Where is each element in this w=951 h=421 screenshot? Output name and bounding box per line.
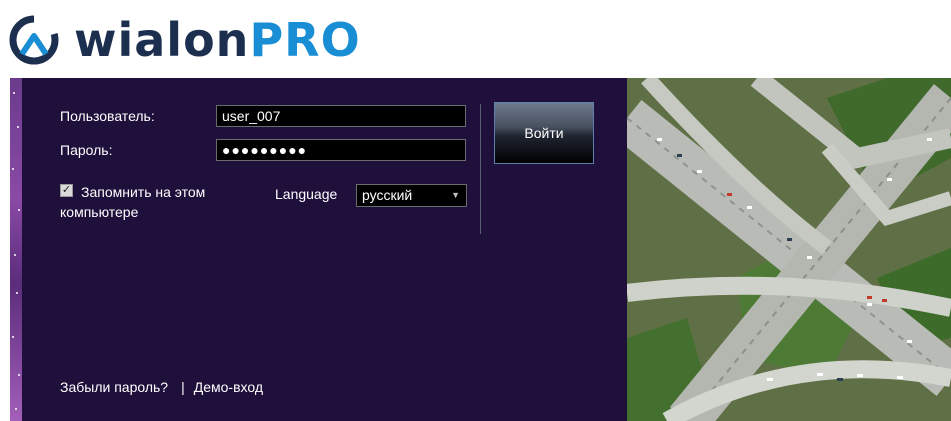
brand-logo: wialon PRO (8, 12, 361, 68)
password-input[interactable] (216, 139, 466, 161)
username-label: Пользователь: (60, 108, 155, 124)
highway-interchange-image (627, 78, 951, 421)
logo-wordmark-suffix: PRO (249, 13, 361, 67)
logo-wordmark: wialon PRO (74, 17, 361, 63)
forgot-password-link[interactable]: Забыли пароль? (60, 379, 168, 395)
link-separator: | (181, 379, 185, 395)
starfield-strip (10, 78, 22, 421)
wialon-logo-icon (9, 14, 59, 65)
remember-me-label: Запомнить на этом компьютере (60, 184, 206, 220)
vertical-divider (480, 104, 481, 234)
highway-photo (627, 78, 951, 421)
username-input[interactable] (216, 105, 466, 127)
language-label: Language (275, 186, 338, 202)
header: wialon PRO (0, 0, 951, 78)
demo-login-link[interactable]: Демо-вход (194, 379, 263, 395)
login-panel: Пользователь: Пароль: ✓ Запомнить на это… (10, 78, 627, 421)
dropdown-arrow-icon: ▼ (451, 190, 460, 200)
password-label: Пароль: (60, 142, 113, 158)
logo-wordmark-main: wialon (74, 13, 250, 67)
login-button[interactable]: Войти (494, 102, 594, 164)
language-select[interactable]: русский ▼ (356, 184, 467, 207)
language-selected-value: русский (362, 187, 413, 203)
footer-links: Забыли пароль? | Демо-вход (60, 379, 263, 395)
